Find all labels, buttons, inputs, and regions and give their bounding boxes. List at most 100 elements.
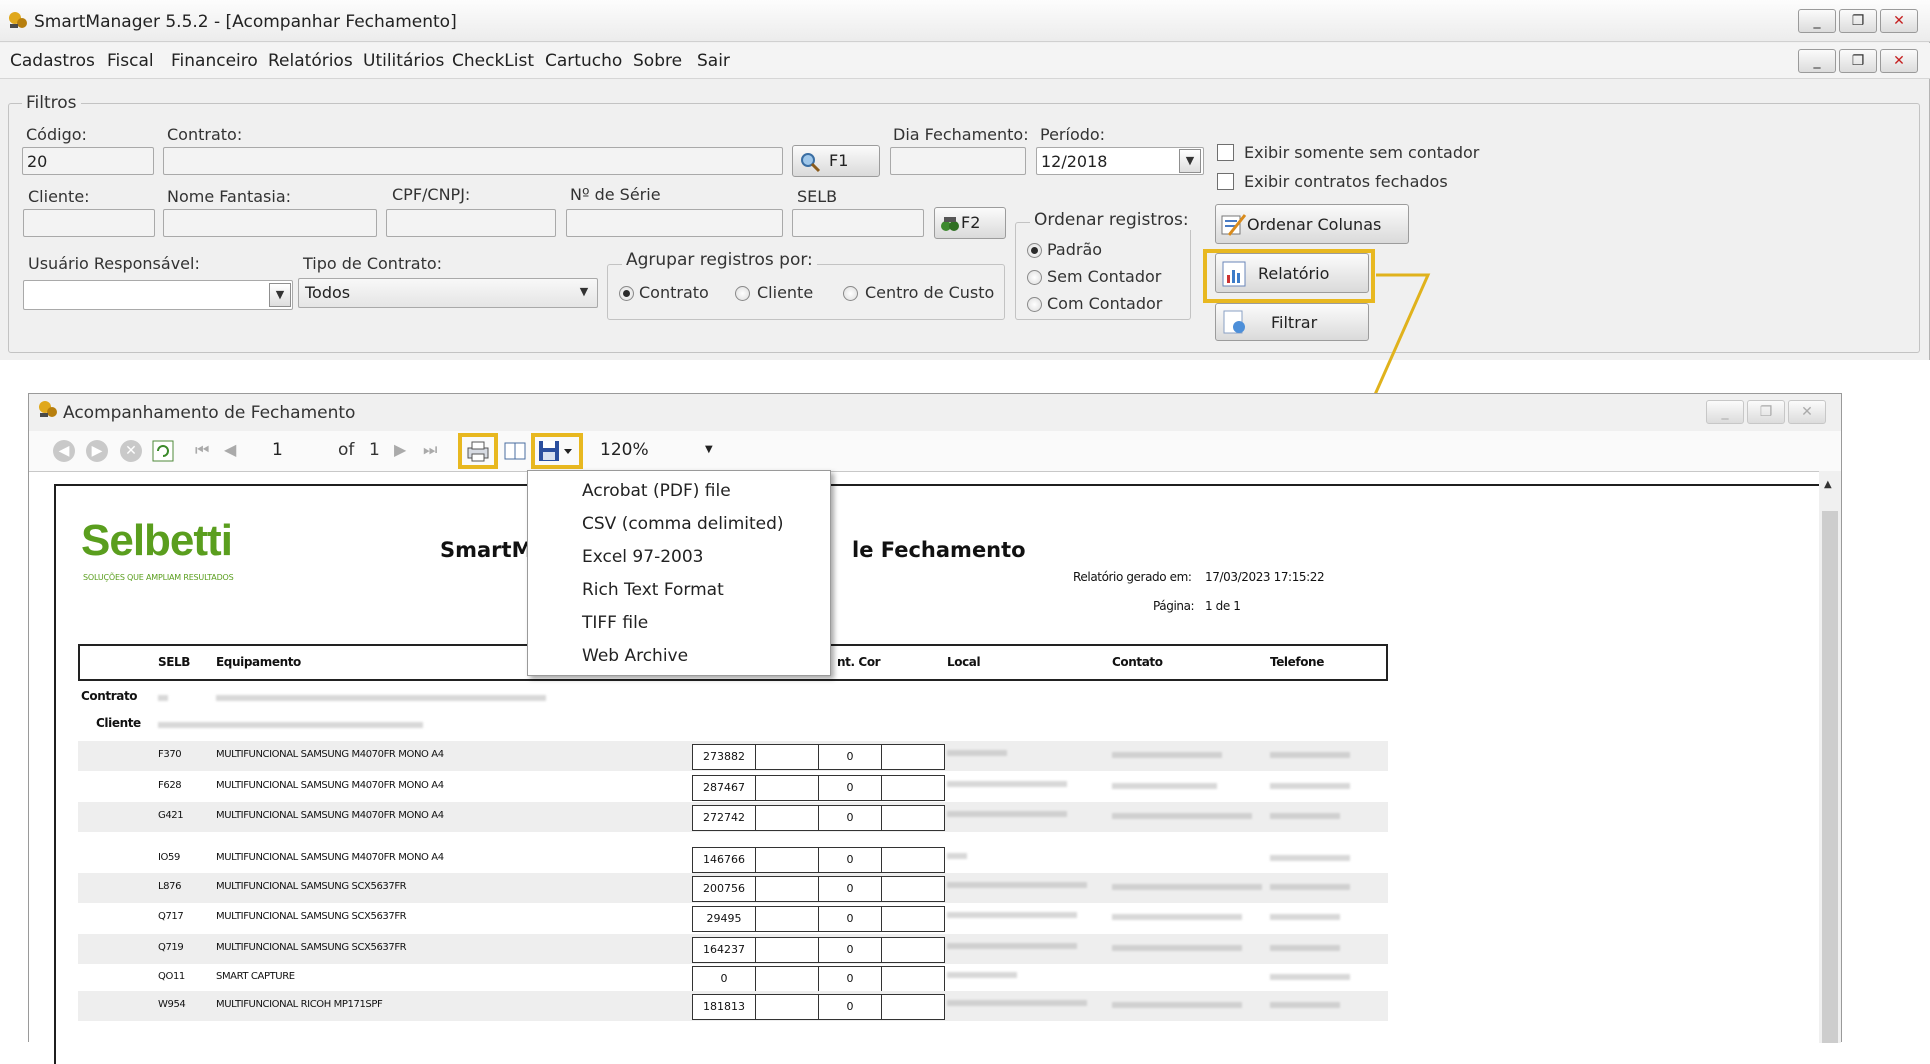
exibir-fechados-checkbox[interactable] [1217,173,1234,190]
row-local-redacted [947,781,1067,787]
scroll-thumb[interactable] [1822,511,1838,1043]
agrupar-centro-custo-radio[interactable] [843,286,858,301]
print-icon[interactable] [465,439,491,467]
export-excel-item[interactable]: Excel 97-2003 [582,547,703,567]
page-number-input[interactable]: 1 [272,440,283,460]
magnifier-icon [799,151,821,177]
ordenar-com-contador-radio[interactable] [1027,297,1042,312]
forward-icon[interactable]: ▶ [86,440,108,462]
report-page: Selbetti SOLUÇÕES QUE AMPLIAM RESULTADOS… [54,484,1819,1064]
report-close-button[interactable]: ✕ [1788,400,1826,424]
page-setup-icon[interactable] [503,439,529,467]
agrupar-contrato-label: Contrato [639,283,709,302]
selb-label: SELB [797,187,838,206]
row-contador: 272742 [692,805,756,831]
row-selb: L876 [158,881,182,892]
agrupar-cliente-radio[interactable] [735,286,750,301]
mdi-close-button[interactable]: ✕ [1880,49,1918,73]
menu-checklist[interactable]: CheckList [452,51,534,71]
tipo-dropdown-icon[interactable]: ▼ [573,281,595,305]
f1-search-button[interactable]: F1 [792,145,880,177]
stop-icon[interactable]: ✕ [120,440,142,462]
mdi-minimize-button[interactable]: _ [1798,49,1836,73]
zoom-select[interactable]: 120% [600,440,649,460]
row-contador-cor-total [755,805,819,831]
contrato-redacted [158,695,168,701]
menu-sair[interactable]: Sair [697,51,730,71]
export-web-archive-item[interactable]: Web Archive [582,646,688,666]
row-contador-extra [881,876,945,902]
row-contador-extra [881,805,945,831]
row-local-redacted [947,943,1077,949]
zoom-dropdown-icon[interactable]: ▼ [705,444,713,455]
periodo-select[interactable]: 12/2018 ▼ [1036,147,1204,175]
tipo-contrato-label: Tipo de Contrato: [303,254,443,273]
export-tiff-item[interactable]: TIFF file [582,613,648,633]
generated-label: Relatório gerado em: [1073,570,1192,584]
menu-fiscal[interactable]: Fiscal [107,51,154,71]
exibir-sem-contador-label: Exibir somente sem contador [1244,143,1480,162]
ordenar-sem-contador-radio[interactable] [1027,270,1042,285]
row-contador-extra [881,994,945,1020]
usuario-select[interactable]: ▼ [23,280,293,310]
page-of-label: of [338,440,355,460]
row-selb: F370 [158,749,182,760]
minimize-button[interactable]: _ [1798,9,1836,33]
maximize-button[interactable]: ❐ [1839,9,1877,33]
last-page-icon[interactable]: ⏭ [423,440,437,460]
next-page-icon[interactable]: ▶ [394,440,406,459]
menu-relatorios[interactable]: Relatórios [268,51,353,71]
row-selb: Q717 [158,911,184,922]
report-minimize-button[interactable]: _ [1706,400,1744,424]
serie-label: Nº de Série [570,185,661,204]
cpf-cnpj-label: CPF/CNPJ: [392,185,471,204]
codigo-input[interactable]: 20 [22,147,154,175]
export-csv-item[interactable]: CSV (comma delimited) [582,514,784,534]
previous-page-icon[interactable]: ◀ [224,440,236,459]
export-menu: Acrobat (PDF) file CSV (comma delimited)… [527,470,831,676]
dia-fechamento-label: Dia Fechamento: [893,125,1029,144]
tipo-contrato-select[interactable]: Todos ▼ [298,278,598,308]
usuario-dropdown-icon[interactable]: ▼ [269,283,291,307]
menu-cartucho[interactable]: Cartucho [545,51,622,71]
serie-input[interactable] [566,209,783,237]
save-export-icon[interactable] [538,439,574,467]
ordenar-sem-contador-label: Sem Contador [1047,267,1162,286]
refresh-icon[interactable] [152,440,174,462]
row-telefone-redacted [1270,855,1350,861]
row-contador-extra [881,937,945,963]
export-pdf-item[interactable]: Acrobat (PDF) file [582,481,731,501]
filter-doc-icon [1222,310,1248,340]
row-contato-redacted [1112,945,1242,951]
back-icon[interactable]: ◀ [53,440,75,462]
exibir-sem-contador-checkbox[interactable] [1217,144,1234,161]
nome-fantasia-input[interactable] [163,209,377,237]
ordenar-padrao-radio[interactable] [1027,243,1042,258]
row-local-redacted [947,853,967,859]
selb-input[interactable] [792,209,924,237]
dia-fechamento-input[interactable] [890,147,1026,175]
close-button[interactable]: ✕ [1880,9,1918,33]
f2-search-button[interactable]: F2 [934,207,1006,239]
first-page-icon[interactable]: ⏮ [195,440,209,460]
mdi-maximize-button[interactable]: ❐ [1839,49,1877,73]
menu-financeiro[interactable]: Financeiro [171,51,258,71]
row-contador-cor-total [755,876,819,902]
scroll-up-icon[interactable]: ▲ [1824,479,1832,490]
report-maximize-button[interactable]: ❐ [1747,400,1785,424]
cpf-cnpj-input[interactable] [386,209,556,237]
page-value: 1 de 1 [1205,599,1241,613]
menu-utilitarios[interactable]: Utilitários [363,51,444,71]
row-selb: F628 [158,780,182,791]
cliente-input[interactable] [23,209,155,237]
menu-cadastros[interactable]: Cadastros [10,51,95,71]
periodo-dropdown-icon[interactable]: ▼ [1179,149,1201,173]
filters-legend: Filtros [22,93,81,113]
ordenar-colunas-button[interactable]: Ordenar Colunas [1215,204,1409,244]
export-rtf-item[interactable]: Rich Text Format [582,580,724,600]
report-vertical-scrollbar[interactable]: ▲ [1819,471,1841,1043]
contrato-input[interactable] [163,147,783,175]
row-equipamento: MULTIFUNCIONAL SAMSUNG SCX5637FR [216,911,407,922]
agrupar-contrato-radio[interactable] [619,286,634,301]
menu-sobre[interactable]: Sobre [633,51,682,71]
